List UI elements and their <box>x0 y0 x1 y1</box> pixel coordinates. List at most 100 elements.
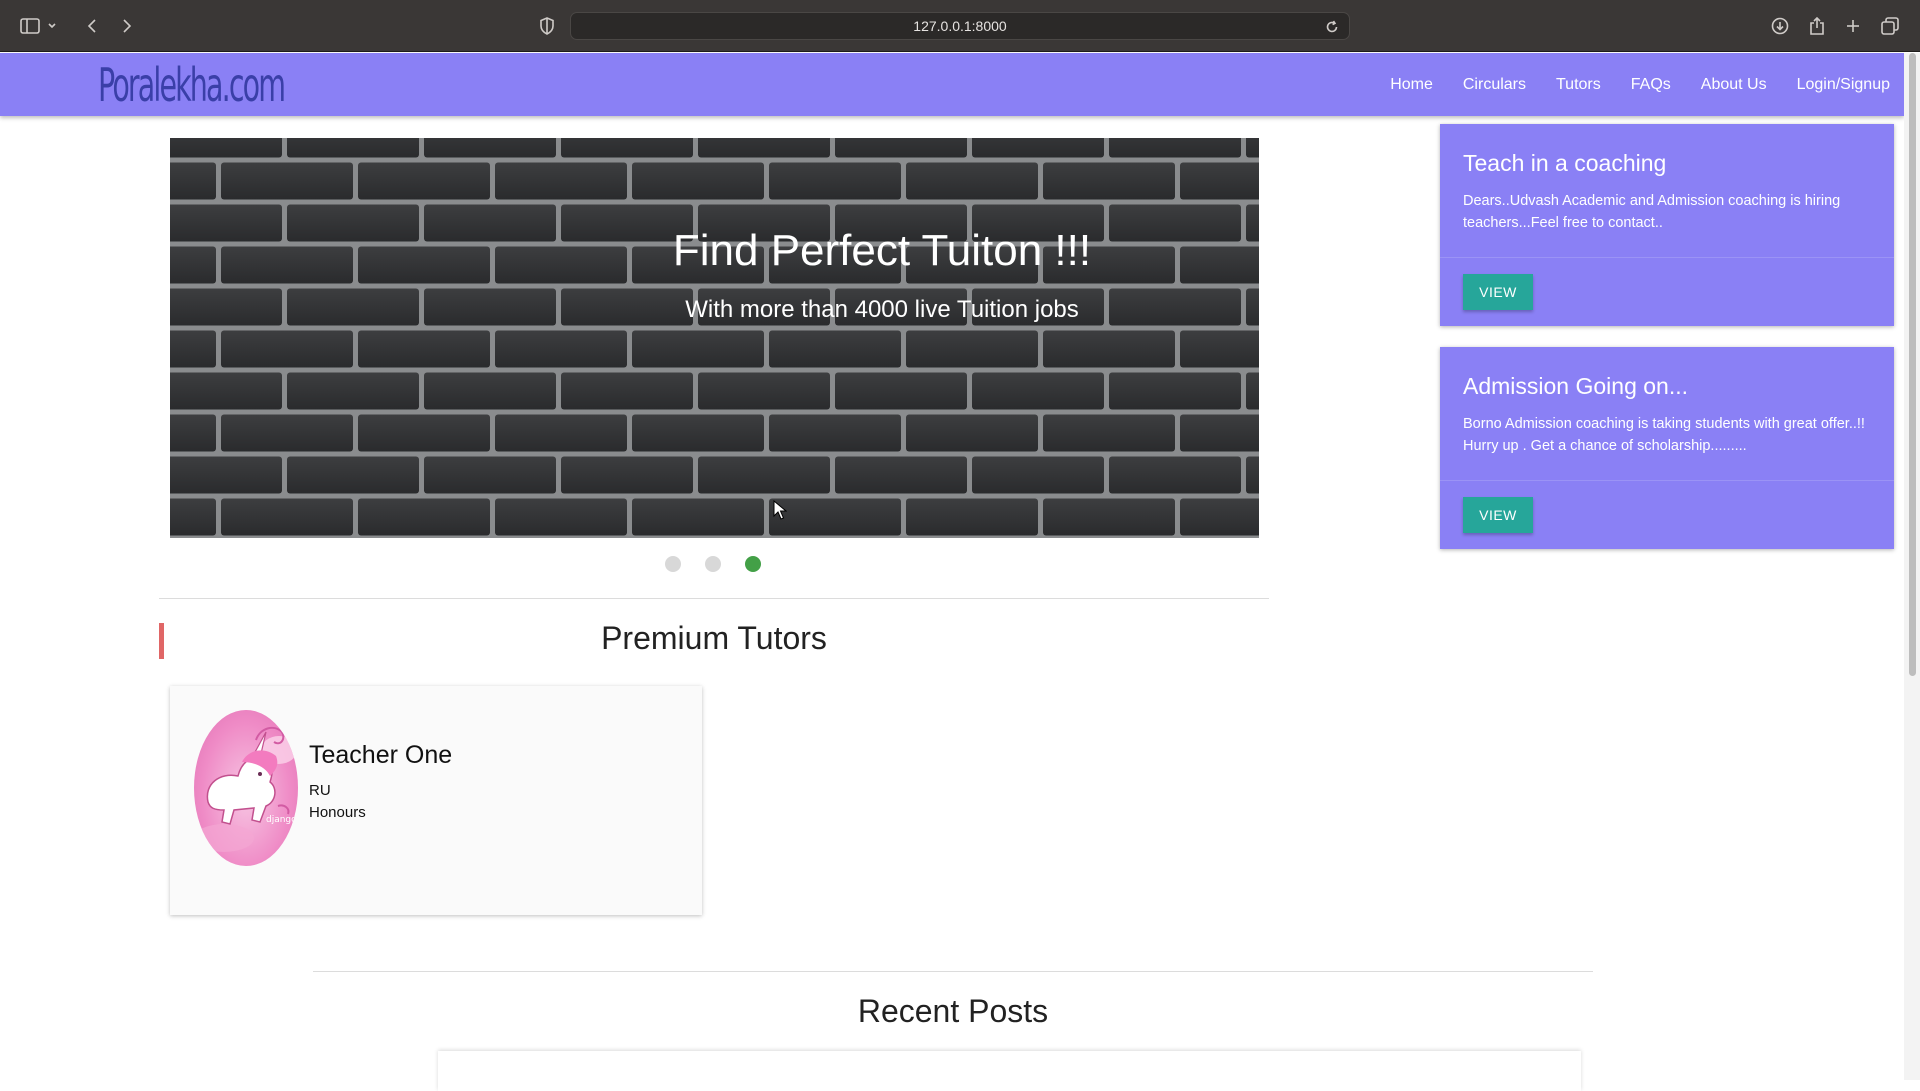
carousel-indicator-2[interactable] <box>705 556 721 572</box>
nav-circulars[interactable]: Circulars <box>1463 76 1526 94</box>
unicorn-icon: django <box>194 726 297 852</box>
circular-title: Admission Going on... <box>1463 373 1689 399</box>
brick <box>632 162 764 200</box>
brick <box>1180 162 1259 200</box>
brick <box>632 330 764 368</box>
nav-tutors[interactable]: Tutors <box>1556 76 1601 94</box>
brick-wall-background <box>170 138 1259 538</box>
view-button[interactable]: VIEW <box>1463 274 1533 310</box>
brick <box>287 138 419 158</box>
brick <box>424 456 556 494</box>
tutor-university: RU <box>309 782 331 799</box>
brick <box>1109 138 1241 158</box>
brick <box>358 162 490 200</box>
nav-login-signup[interactable]: Login/Signup <box>1797 76 1890 94</box>
brick <box>170 162 216 200</box>
plus-icon[interactable] <box>1839 12 1867 40</box>
brick <box>972 456 1104 494</box>
brick <box>632 498 764 536</box>
brick <box>1180 498 1259 536</box>
carousel-subtitle: With more than 4000 live Tuition jobs <box>685 296 1079 323</box>
brick <box>1109 456 1241 494</box>
brick <box>1180 414 1259 452</box>
brick <box>906 330 1038 368</box>
tabs-icon[interactable] <box>1876 12 1904 40</box>
brick <box>1246 372 1259 410</box>
chevron-down-icon[interactable] <box>44 12 60 40</box>
brick <box>221 414 353 452</box>
brick <box>1043 414 1175 452</box>
brick <box>221 162 353 200</box>
brand-logo[interactable]: Poralekha.com <box>98 55 286 115</box>
brick <box>1246 456 1259 494</box>
brick <box>561 372 693 410</box>
brick <box>1180 330 1259 368</box>
brick <box>495 498 627 536</box>
brick <box>561 138 693 158</box>
shield-icon[interactable] <box>533 12 561 40</box>
carousel-indicator-1[interactable] <box>665 556 681 572</box>
carousel-caption: Find Perfect Tuiton !!! With more than 4… <box>170 226 1259 324</box>
circular-body: Borno Admission coaching is taking stude… <box>1463 416 1865 454</box>
brick <box>170 498 216 536</box>
download-icon[interactable] <box>1766 12 1794 40</box>
brick <box>769 498 901 536</box>
brick <box>698 456 830 494</box>
scrollbar-thumb[interactable] <box>1909 53 1916 676</box>
brick <box>769 330 901 368</box>
divider <box>159 598 1269 599</box>
back-icon[interactable] <box>78 12 106 40</box>
brick <box>698 372 830 410</box>
brick <box>495 162 627 200</box>
tutor-avatar: django <box>194 710 298 866</box>
brick <box>1043 330 1175 368</box>
brick <box>287 456 419 494</box>
brick <box>835 372 967 410</box>
share-icon[interactable] <box>1803 12 1831 40</box>
page-scrollbar[interactable] <box>1904 53 1920 1080</box>
brick <box>287 372 419 410</box>
tutor-degree: Honours <box>309 804 366 821</box>
circular-card: Teach in a coaching Dears..Udvash Academ… <box>1440 124 1894 326</box>
circular-card: Admission Going on... Borno Admission co… <box>1440 347 1894 549</box>
brick <box>632 414 764 452</box>
reload-icon[interactable] <box>1321 16 1343 38</box>
brick <box>906 498 1038 536</box>
brick <box>358 414 490 452</box>
brick <box>170 138 282 158</box>
view-button[interactable]: VIEW <box>1463 497 1533 533</box>
browser-toolbar: 127.0.0.1:8000 <box>0 0 1920 52</box>
carousel-indicator-3[interactable] <box>745 556 761 572</box>
brick <box>835 456 967 494</box>
nav-about-us[interactable]: About Us <box>1701 76 1767 94</box>
brick <box>698 138 830 158</box>
nav-links: Home Circulars Tutors FAQs About Us Logi… <box>1360 53 1890 116</box>
brick <box>561 456 693 494</box>
brick <box>424 372 556 410</box>
mouse-cursor-icon <box>773 500 787 520</box>
tutor-card[interactable]: django Teacher One RU Honours <box>170 686 702 915</box>
premium-tutors-heading: Premium Tutors <box>601 620 827 656</box>
sidebar-icon[interactable] <box>16 12 44 40</box>
nav-home[interactable]: Home <box>1390 76 1433 94</box>
nav-faqs[interactable]: FAQs <box>1631 76 1671 94</box>
brick <box>358 330 490 368</box>
brick <box>1043 498 1175 536</box>
address-bar[interactable]: 127.0.0.1:8000 <box>570 12 1350 40</box>
circular-body: Dears..Udvash Academic and Admission coa… <box>1463 193 1841 231</box>
divider <box>313 971 1593 972</box>
hero-carousel[interactable]: Find Perfect Tuiton !!! With more than 4… <box>170 138 1259 538</box>
circular-title: Teach in a coaching <box>1463 150 1667 176</box>
brick <box>495 414 627 452</box>
brick <box>1109 372 1241 410</box>
brick <box>906 162 1038 200</box>
brick <box>170 414 216 452</box>
brick <box>1246 138 1259 158</box>
forward-icon[interactable] <box>113 12 141 40</box>
tutor-name[interactable]: Teacher One <box>309 741 452 770</box>
recent-posts-container <box>438 1051 1581 1091</box>
recent-posts-heading: Recent Posts <box>857 993 1049 1029</box>
brick <box>769 414 901 452</box>
brick <box>769 162 901 200</box>
circular-card-content: Admission Going on... Borno Admission co… <box>1440 347 1894 481</box>
